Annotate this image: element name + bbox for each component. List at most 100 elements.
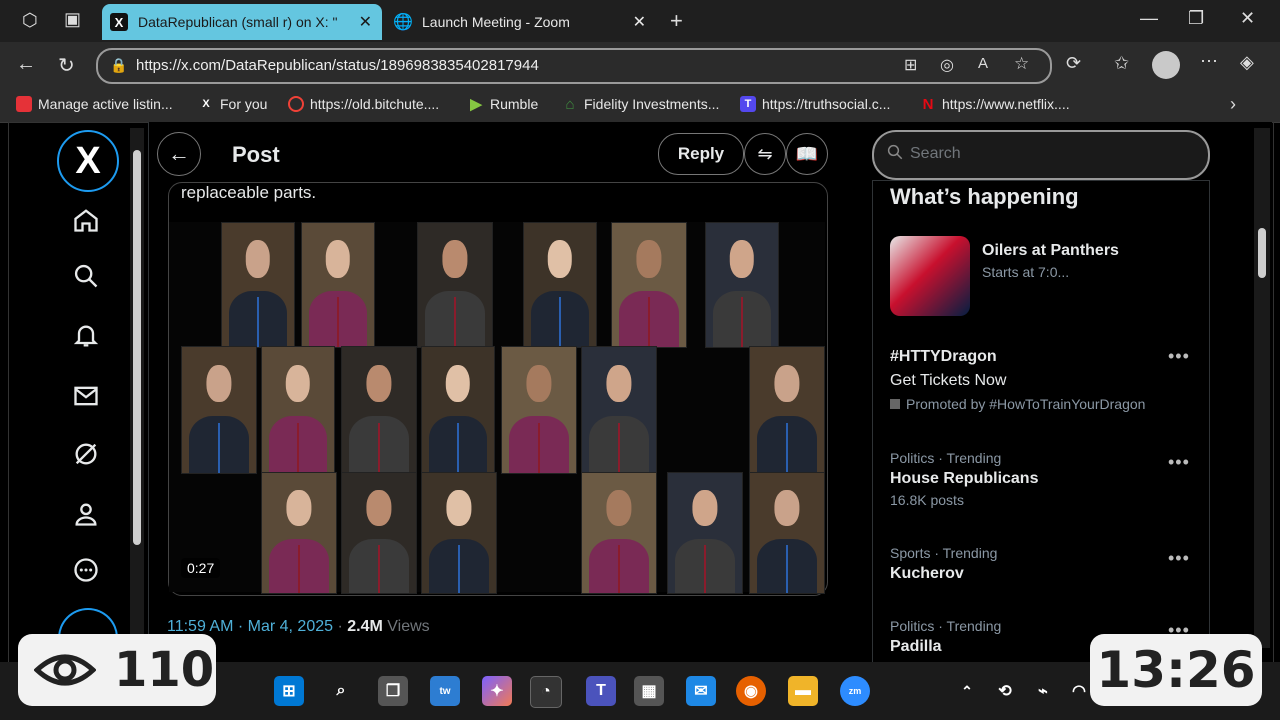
edge-icon[interactable]: ◔ xyxy=(530,676,562,708)
profile-avatar[interactable] xyxy=(1152,51,1180,79)
workspaces-icon[interactable]: ⬡ xyxy=(22,10,38,31)
profile-icon[interactable] xyxy=(60,488,112,540)
video-tile xyxy=(501,346,577,474)
chevron-up-icon[interactable]: ⌃ xyxy=(952,676,982,706)
bookmark-bitchute[interactable]: https://old.bitchute.... xyxy=(288,96,439,112)
bookmark-rumble[interactable]: ▶ Rumble xyxy=(468,96,538,113)
video-player[interactable] xyxy=(169,222,825,594)
close-tab-icon[interactable]: ✕ xyxy=(359,12,372,32)
bookmark-label: For you xyxy=(220,96,268,112)
video-tile xyxy=(581,472,657,594)
bookmark-fidelity[interactable]: ⌂ Fidelity Investments... xyxy=(562,95,719,113)
trend-item[interactable]: Politics · Trending Padilla xyxy=(890,618,1001,656)
trend-name: House Republicans xyxy=(890,470,1039,487)
bookmark-truthsocial[interactable]: T https://truthsocial.c... xyxy=(740,96,890,112)
page-title: Post xyxy=(232,142,280,167)
tab-datarepublican[interactable]: X DataRepublican (small r) on X: " ✕ xyxy=(102,4,382,40)
video-tile xyxy=(667,472,743,594)
right-scrollbar[interactable] xyxy=(1254,128,1270,648)
bookmark-netflix[interactable]: N https://www.netflix.... xyxy=(920,96,1070,113)
ebay-icon xyxy=(16,96,32,112)
firefox-icon[interactable]: ◉ xyxy=(736,676,766,706)
close-window-icon[interactable]: ✕ xyxy=(1240,8,1255,29)
video-tile xyxy=(421,346,495,474)
trend-count: 16.8K posts xyxy=(890,492,964,508)
copilot-taskbar-icon[interactable]: ✦ xyxy=(482,676,512,706)
url-text[interactable]: https://x.com/DataRepublican/status/1896… xyxy=(136,57,539,74)
tracking-prevention-icon[interactable]: ◎ xyxy=(940,55,954,75)
filter-sliders-button[interactable]: ⇋ xyxy=(744,133,786,175)
person-tie xyxy=(217,422,221,473)
taskbar-search-icon[interactable]: ⌕ xyxy=(326,676,356,706)
restore-icon[interactable]: ❐ xyxy=(1188,8,1204,29)
taskbar-app-icon[interactable]: tw xyxy=(430,676,460,706)
read-aloud-icon[interactable]: A xyxy=(978,55,988,72)
person-head xyxy=(547,240,573,278)
promoted-trend[interactable]: #HTTYDragon Get Tickets Now Promoted by … xyxy=(890,348,1145,412)
bookmark-ebay[interactable]: Manage active listin... xyxy=(16,96,173,112)
back-arrow-button[interactable]: ← xyxy=(157,132,201,176)
person-tie xyxy=(537,422,541,473)
event-thumbnail[interactable] xyxy=(890,236,970,316)
close-tab-icon[interactable]: ✕ xyxy=(633,12,646,32)
store-icon[interactable]: ▦ xyxy=(634,676,664,706)
tab-actions-icon[interactable]: ▣ xyxy=(64,9,81,30)
more-options-icon[interactable]: ••• xyxy=(1168,548,1190,569)
trend-category: Politics · Trending xyxy=(890,450,1002,466)
event-title: Oilers at Panthers xyxy=(982,242,1119,259)
url-field[interactable]: 🔒 https://x.com/DataRepublican/status/18… xyxy=(96,48,1052,84)
bluetooth-icon[interactable]: ⌁ xyxy=(1028,676,1058,706)
search-input[interactable]: Search xyxy=(872,130,1210,180)
person-head xyxy=(729,240,755,278)
more-options-icon[interactable]: ••• xyxy=(1168,452,1190,473)
promo-tag: #HTTYDragon xyxy=(890,348,997,365)
lock-icon[interactable]: 🔒 xyxy=(110,57,127,74)
notifications-bell-icon[interactable] xyxy=(60,310,112,362)
apps-icon[interactable]: ⊞ xyxy=(904,55,917,75)
trend-name: Padilla xyxy=(890,638,942,655)
more-circle-icon[interactable] xyxy=(60,544,112,596)
person-tie xyxy=(617,545,621,593)
zoom-app-icon[interactable]: zm xyxy=(840,676,870,706)
windows-start-icon[interactable]: ⊞ xyxy=(274,676,304,706)
teams-icon[interactable]: T xyxy=(586,676,616,706)
minimize-icon[interactable]: — xyxy=(1140,8,1158,29)
person-tie xyxy=(617,422,621,473)
chevron-right-icon[interactable]: › xyxy=(1230,94,1236,115)
bookmark-x[interactable]: X For you xyxy=(198,96,267,112)
featured-event[interactable]: Oilers at Panthers Starts at 7:0... xyxy=(982,242,1119,280)
grok-icon[interactable] xyxy=(60,428,112,480)
x-logo-icon[interactable]: X xyxy=(57,130,119,192)
reader-mode-button[interactable]: 📖 xyxy=(786,133,828,175)
video-tile xyxy=(341,346,417,474)
new-tab-icon[interactable]: + xyxy=(670,8,683,34)
favorites-icon[interactable]: ✩ xyxy=(1114,53,1129,74)
post-timestamp[interactable]: 11:59 AM · Mar 4, 2025 xyxy=(167,618,333,635)
person-tie xyxy=(336,297,340,347)
file-explorer-icon[interactable]: ▬ xyxy=(788,676,818,706)
trend-item[interactable]: Politics · Trending House Republicans 16… xyxy=(890,450,1038,508)
right-scrollbar-thumb[interactable] xyxy=(1258,228,1266,278)
bookmark-label: https://old.bitchute.... xyxy=(310,96,440,112)
video-tile xyxy=(705,222,779,348)
copilot-icon[interactable]: ◈ xyxy=(1240,52,1254,73)
explore-search-icon[interactable] xyxy=(60,250,112,302)
trend-item[interactable]: Sports · Trending Kucherov xyxy=(890,545,997,583)
back-icon[interactable]: ← xyxy=(16,53,36,76)
left-scrollbar-thumb[interactable] xyxy=(133,150,141,545)
mail-icon[interactable]: ✉ xyxy=(686,676,716,706)
fidelity-icon: ⌂ xyxy=(565,95,575,113)
person-tie xyxy=(740,297,744,347)
home-icon[interactable] xyxy=(60,194,112,246)
more-options-icon[interactable]: ••• xyxy=(1168,346,1190,367)
tray-app-icon[interactable]: ⟲ xyxy=(990,676,1020,706)
refresh-icon[interactable]: ↻ xyxy=(58,53,75,78)
reply-button[interactable]: Reply xyxy=(658,133,744,175)
person-tie xyxy=(785,422,789,473)
more-icon[interactable]: ⋯ xyxy=(1200,51,1218,72)
messages-envelope-icon[interactable] xyxy=(60,370,112,422)
tab-zoom[interactable]: 🌐 Launch Meeting - Zoom ✕ xyxy=(386,4,656,40)
favorite-star-icon[interactable]: ☆ xyxy=(1014,54,1029,74)
extensions-icon[interactable]: ⟳ xyxy=(1066,53,1081,74)
task-view-icon[interactable]: ❐ xyxy=(378,676,408,706)
